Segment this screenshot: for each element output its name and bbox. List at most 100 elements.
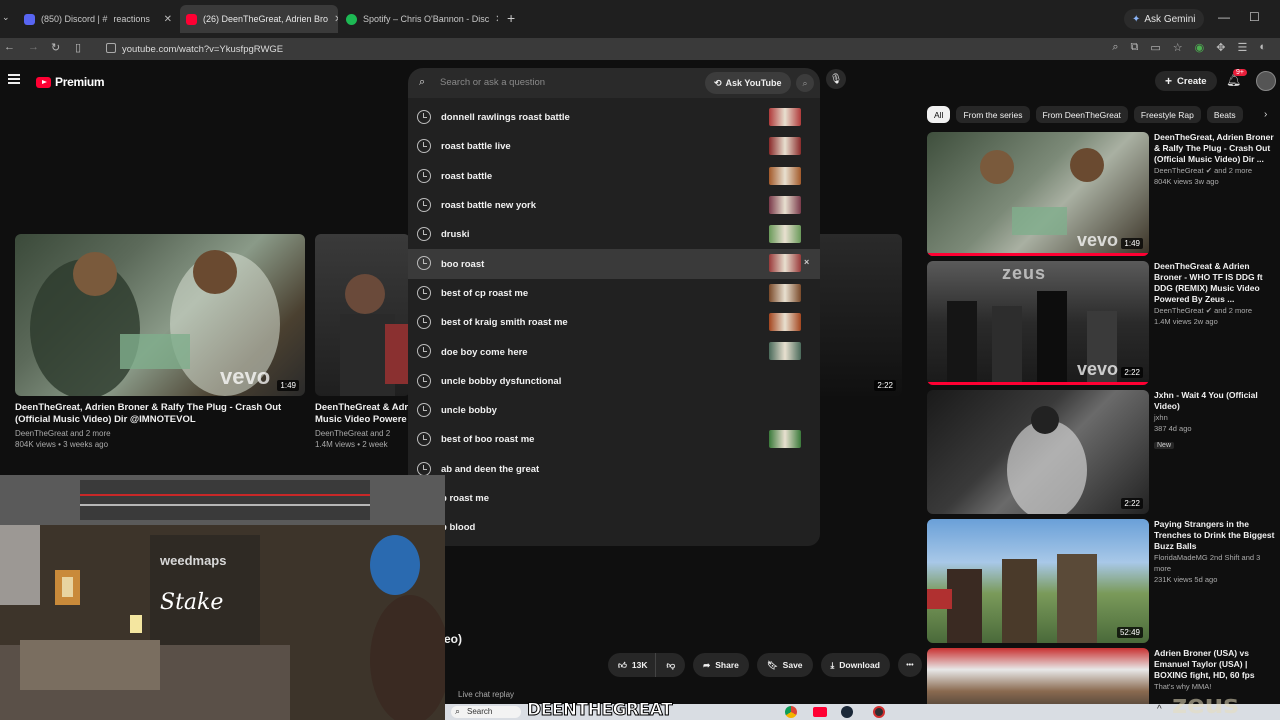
obs-taskbar-icon[interactable] <box>873 706 885 718</box>
search-suggestion[interactable]: best of boo roast me <box>408 425 820 454</box>
search-suggestion[interactable]: ab and deen the great <box>408 455 820 484</box>
close-icon[interactable]: ✕ <box>495 14 498 25</box>
tab-youtube[interactable]: (26) DeenTheGreat, Adrien Bro ✕ <box>180 5 338 33</box>
ask-gemini-button[interactable]: ✦ Ask Gemini <box>1124 9 1204 29</box>
extensions-puzzle-icon[interactable]: ✥ <box>1216 41 1225 54</box>
bookmark-star-icon[interactable]: ☆ <box>1173 41 1183 54</box>
ask-youtube-button[interactable]: ⟲ Ask YouTube <box>705 72 791 94</box>
related-video-title[interactable]: DeenTheGreat, Adrien Broner & Ralfy The … <box>1154 132 1278 165</box>
search-suggestion[interactable]: boo roast × <box>408 249 820 279</box>
related-video-channel[interactable]: DeenTheGreat ✔ and 2 more <box>1154 165 1278 176</box>
search-suggestion[interactable]: doe boy come here <box>408 337 820 366</box>
chip-beats[interactable]: Beats <box>1206 106 1243 123</box>
search-suggestion[interactable]: best of kraig smith roast me <box>408 308 820 337</box>
tab-spotify[interactable]: Spotify – Chris O'Bannon - Disc ✕ <box>340 8 498 30</box>
save-button[interactable]: 🔖︎ Save <box>756 653 813 677</box>
video-thumbnail[interactable]: vevo 1:49 <box>15 234 305 396</box>
search-submit-icon[interactable]: ⌕ <box>796 74 814 92</box>
chip-from-deenthegreat[interactable]: From DeenTheGreat <box>1035 106 1128 123</box>
search-suggestion[interactable]: roast battle live <box>408 132 820 161</box>
video-thumbnail[interactable]: 2:22 <box>820 234 902 396</box>
steam-taskbar-icon[interactable] <box>841 706 853 718</box>
more-actions-button[interactable]: ••• <box>897 653 922 677</box>
related-video-channel[interactable]: DeenTheGreat ✔ and 2 more <box>1154 305 1278 316</box>
search-suggestion[interactable]: best of cp roast me <box>408 279 820 308</box>
close-icon[interactable]: ✕ <box>334 14 338 25</box>
search-suggestion[interactable]: p roast me <box>408 484 820 513</box>
extension-badge-icon[interactable]: ◉ <box>1195 41 1205 54</box>
reading-list-icon[interactable]: ☰ <box>1237 41 1247 54</box>
avatar[interactable] <box>1256 71 1276 91</box>
chip-freestyle-rap[interactable]: Freestyle Rap <box>1133 106 1201 123</box>
cast-icon[interactable]: ▭ <box>1150 41 1160 54</box>
url-field[interactable]: youtube.com/watch?v=YkusfpgRWGE <box>100 40 1085 58</box>
related-video-info[interactable]: Adrien Broner (USA) vs Emanuel Taylor (U… <box>1154 648 1278 692</box>
video-stats: 1.4M views • 2 week <box>315 440 388 449</box>
dislike-button[interactable]: 👎︎ <box>655 653 686 677</box>
like-button[interactable]: 👍︎ 13K <box>608 653 656 677</box>
related-video-channel[interactable]: FloridaMadeMG 2nd Shift and 3 more <box>1154 552 1278 574</box>
tab-discord[interactable]: (850) Discord | # reactions ✕ <box>18 8 178 30</box>
video-title[interactable]: DeenTheGreat & Adr <box>315 402 410 414</box>
menu-icon[interactable] <box>8 74 20 84</box>
youtube-taskbar-icon[interactable] <box>813 707 827 717</box>
chevron-right-icon[interactable]: › <box>1264 109 1267 120</box>
create-label: Create <box>1177 75 1207 87</box>
zoom-icon[interactable]: ⌕ <box>1112 41 1118 54</box>
search-suggestion[interactable]: uncle bobby <box>408 396 820 425</box>
search-suggestion[interactable]: donnell rawlings roast battle <box>408 103 820 132</box>
chip-from-the-series[interactable]: From the series <box>956 106 1030 123</box>
site-info-icon[interactable] <box>106 43 116 53</box>
related-video-info[interactable]: DeenTheGreat & Adrien Broner - WHO TF IS… <box>1154 261 1278 327</box>
chrome-taskbar-icon[interactable] <box>785 706 797 718</box>
search-suggestion[interactable]: b blood <box>408 513 820 542</box>
related-video-title[interactable]: DeenTheGreat & Adrien Broner - WHO TF IS… <box>1154 261 1278 305</box>
related-video-title[interactable]: Adrien Broner (USA) vs Emanuel Taylor (U… <box>1154 648 1278 681</box>
youtube-logo[interactable]: Premium <box>36 75 105 89</box>
profile-icon[interactable]: ◐ <box>1259 41 1266 54</box>
download-button[interactable]: ⤓ Download <box>820 653 890 677</box>
search-suggestion[interactable]: roast battle <box>408 162 820 191</box>
tab-list-chevron-icon[interactable]: ⌄ <box>2 12 10 23</box>
suggestion-thumbnail <box>769 283 801 302</box>
related-video-title[interactable]: Paying Strangers in the Trenches to Drin… <box>1154 519 1278 552</box>
live-chat-replay[interactable]: Live chat replay <box>458 690 514 699</box>
maximize-window-button[interactable]: ☐ <box>1249 10 1260 24</box>
search-suggestion[interactable]: uncle bobby dysfunctional <box>408 367 820 396</box>
related-video-title[interactable]: Jxhn - Wait 4 You (Official Video) <box>1154 390 1278 412</box>
video-channel[interactable]: DeenTheGreat and 2 more <box>15 428 111 439</box>
video-channel[interactable]: DeenTheGreat and 2 <box>315 428 410 439</box>
search-box[interactable]: ⌕ Search or ask a question ⟲ Ask YouTube… <box>408 68 820 98</box>
video-thumbnail[interactable] <box>315 234 410 396</box>
install-app-icon[interactable]: ⧉ <box>1131 41 1139 54</box>
search-input[interactable]: Search or ask a question <box>440 77 545 88</box>
taskbar-search[interactable]: Search <box>451 705 521 718</box>
video-title[interactable]: DeenTheGreat, Adrien Broner & Ralfy The … <box>15 402 305 426</box>
related-video-info[interactable]: Jxhn - Wait 4 You (Official Video) jxhn … <box>1154 390 1278 452</box>
share-button[interactable]: ➦ Share <box>693 653 749 677</box>
mic-icon[interactable]: 🎙 <box>826 69 846 89</box>
search-suggestion[interactable]: druski <box>408 220 820 249</box>
search-suggestions-dropdown: donnell rawlings roast battle roast battl… <box>408 98 820 546</box>
remove-suggestion-icon[interactable]: × <box>804 257 809 267</box>
related-video-info[interactable]: Paying Strangers in the Trenches to Drin… <box>1154 519 1278 585</box>
new-tab-button[interactable]: + <box>507 10 515 26</box>
search-suggestion[interactable]: roast battle new york <box>408 191 820 220</box>
close-icon[interactable]: ✕ <box>164 14 172 25</box>
back-icon[interactable]: ← <box>4 41 15 53</box>
spotify-favicon-icon <box>346 13 357 25</box>
create-button[interactable]: + Create <box>1155 71 1217 91</box>
youtube-favicon-icon <box>186 13 197 25</box>
minimize-window-button[interactable]: — <box>1218 10 1230 24</box>
related-video-info[interactable]: DeenTheGreat, Adrien Broner & Ralfy The … <box>1154 132 1278 187</box>
chip-all[interactable]: All <box>927 106 951 123</box>
related-video-thumbnail[interactable]: 52:49 <box>927 519 1149 643</box>
related-video-thumbnail[interactable]: vevo 1:49 <box>927 132 1149 256</box>
related-video-thumbnail[interactable]: zeus vevo 2:22 <box>927 261 1149 385</box>
related-video-thumbnail[interactable]: 2:22 <box>927 390 1149 514</box>
tray-chevron-icon[interactable]: ^ <box>1157 704 1162 715</box>
reload-icon[interactable]: ↻ <box>51 41 60 54</box>
related-video-channel[interactable]: jxhn <box>1154 412 1278 423</box>
sidebar-icon[interactable]: ▯ <box>75 41 81 54</box>
forward-icon[interactable]: → <box>28 41 39 53</box>
